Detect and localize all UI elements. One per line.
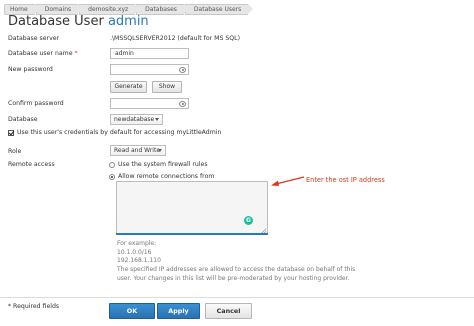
breadcrumb-domains[interactable]: Domains [35,3,84,15]
confirm-password-label: Confirm password [8,100,64,107]
chevron-down-icon [155,118,159,121]
allow-remote-radio[interactable] [109,174,115,180]
database-server-value: .\MSSQLSERVER2012 (default for MS SQL) [110,35,241,42]
note-line-1: The specified IP addresses are allowed t… [117,266,356,273]
breadcrumb-databases[interactable]: Databases [136,3,189,15]
new-password-label: New password [8,66,53,73]
user-name-input[interactable]: admin [110,48,189,59]
required-mark: * [74,50,78,57]
example-ip-range: 10.1.0.0/16 [117,249,152,256]
database-select[interactable]: newdatabase [110,114,163,125]
user-name-label-text: Database user name [8,50,73,57]
example-heading: For example: [117,240,157,247]
user-name-label: Database user name * [8,50,78,57]
firewall-rules-label: Use the system firewall rules [118,161,208,168]
note-line-2: user. Your changes in this list will be … [117,275,350,282]
breadcrumb-site[interactable]: demosite.xyz [79,3,141,15]
default-credentials-label: Use this user's credentials by default f… [17,129,222,136]
annotation-arrow-icon [271,176,305,186]
generate-button[interactable]: Generate [110,81,147,93]
cancel-button[interactable]: Cancel [205,303,252,319]
apply-button[interactable]: Apply [157,303,200,319]
page-title: Database User admin [8,14,149,29]
eye-icon[interactable] [179,100,186,107]
page-title-user-name: admin [107,14,149,29]
role-select[interactable]: Read and Write [110,145,166,156]
example-ip-single: 192.168.1.110 [117,257,161,264]
footer-divider [0,297,474,298]
allow-remote-label: Allow remote connections from [118,173,215,180]
user-name-value: admin [115,50,134,57]
new-password-input[interactable] [110,64,189,75]
page-title-prefix: Database User [8,14,104,29]
role-selected: Read and Write [114,147,161,154]
default-credentials-checkbox[interactable] [8,130,14,136]
show-button[interactable]: Show [152,81,182,93]
database-label: Database [8,116,38,123]
focus-underline [116,233,268,235]
breadcrumb-home[interactable]: Home [4,3,40,15]
annotation-text: Enter the ost IP address [306,176,385,184]
chevron-down-icon [158,149,162,152]
remote-ip-textarea[interactable]: G [116,181,268,235]
confirm-password-input[interactable] [110,98,189,109]
eye-icon[interactable] [179,66,186,73]
remote-access-label: Remote access [8,161,55,168]
database-server-label: Database server [8,35,60,42]
firewall-rules-radio[interactable] [109,162,115,168]
required-fields-note: * Required fields [8,303,60,310]
database-selected: newdatabase [114,116,155,123]
ok-button[interactable]: OK [109,303,155,319]
grammarly-icon[interactable]: G [244,216,253,225]
role-label: Role [8,148,22,155]
breadcrumb-database-users[interactable]: Database Users [184,3,254,15]
